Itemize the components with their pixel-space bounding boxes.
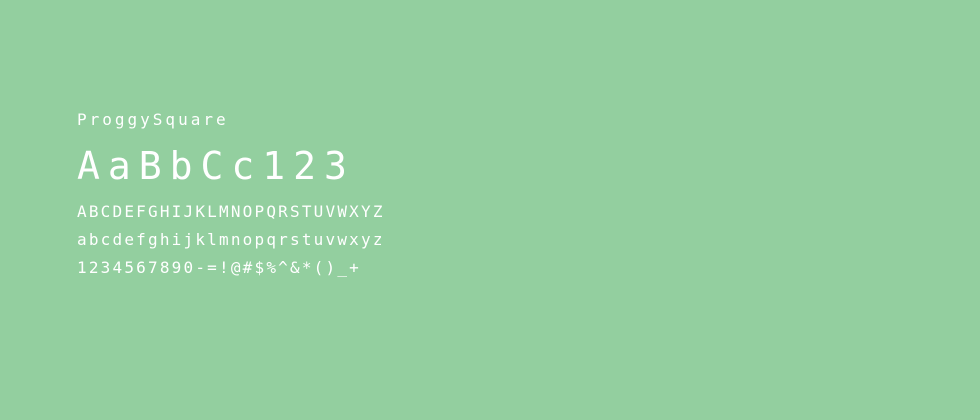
symbol-glyphs: 1234567890-=!@#$%^&*()_+ bbox=[77, 258, 361, 277]
font-specimen-card: ProggySquare AaBbCc123 ABCDEFGHIJKLMNOPQ… bbox=[0, 0, 980, 420]
lowercase-glyphs: abcdefghijklmnopqrstuvwxyz bbox=[77, 230, 385, 249]
large-sample-text: AaBbCc123 bbox=[77, 144, 355, 188]
specimen-block: ProggySquare AaBbCc123 ABCDEFGHIJKLMNOPQ… bbox=[77, 108, 385, 282]
font-name-label: ProggySquare bbox=[77, 110, 229, 129]
uppercase-glyphs: ABCDEFGHIJKLMNOPQRSTUVWXYZ bbox=[77, 202, 385, 221]
